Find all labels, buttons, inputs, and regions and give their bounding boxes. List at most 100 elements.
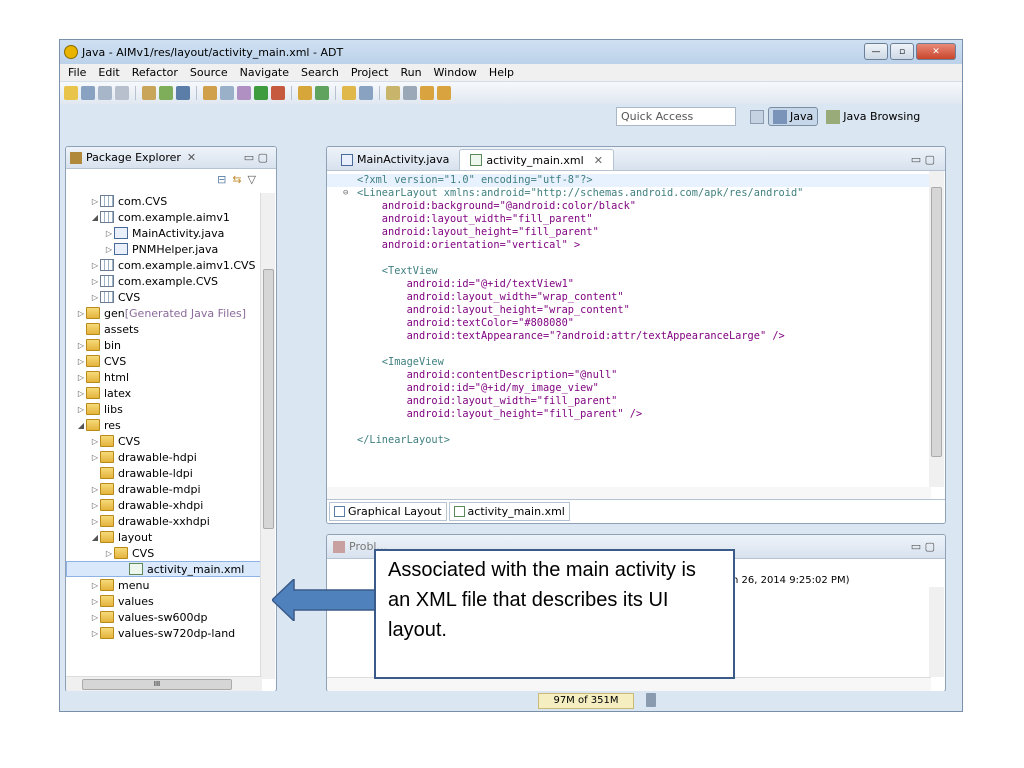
tree-item[interactable]: ▷ CVS	[66, 289, 262, 305]
menu-file[interactable]: File	[68, 66, 86, 79]
tree-item[interactable]: activity_main.xml	[66, 561, 262, 577]
expand-arrow-icon[interactable]: ▷	[76, 309, 86, 318]
tree-item[interactable]: ▷ CVS	[66, 545, 262, 561]
tree-item[interactable]: drawable-ldpi	[66, 465, 262, 481]
editor-minimize-icon[interactable]: ▭ ▢	[911, 153, 935, 166]
lint-icon[interactable]	[176, 86, 190, 100]
expand-arrow-icon[interactable]: ▷	[90, 613, 100, 622]
annotation-icon[interactable]	[386, 86, 400, 100]
android-sdk-icon[interactable]	[142, 86, 156, 100]
editor-hscroll[interactable]	[327, 487, 931, 499]
save-icon[interactable]	[81, 86, 95, 100]
package-explorer-close-icon[interactable]: ✕	[187, 151, 196, 164]
tree-item[interactable]: ▷ latex	[66, 385, 262, 401]
package-explorer-hscroll[interactable]: III	[66, 676, 262, 691]
code-area[interactable]: ⊖ <?xml version="1.0" encoding="utf-8"?>…	[327, 171, 931, 491]
expand-arrow-icon[interactable]: ◢	[90, 213, 100, 222]
perspective-java-browsing[interactable]: Java Browsing	[822, 107, 924, 126]
print-icon[interactable]	[115, 86, 129, 100]
menu-help[interactable]: Help	[489, 66, 514, 79]
new-icon[interactable]	[64, 86, 78, 100]
avd-manager-icon[interactable]	[159, 86, 173, 100]
console-hscroll[interactable]	[327, 677, 931, 691]
forward-icon[interactable]	[437, 86, 451, 100]
tab-mainactivity-java[interactable]: MainActivity.java	[331, 149, 459, 170]
expand-arrow-icon[interactable]: ▷	[90, 453, 100, 462]
expand-arrow-icon[interactable]: ▷	[104, 549, 114, 558]
perspective-java[interactable]: Java	[768, 107, 819, 126]
tree-item[interactable]: ▷ CVS	[66, 433, 262, 449]
tree-item[interactable]: ▷ com.CVS	[66, 193, 262, 209]
save-all-icon[interactable]	[98, 86, 112, 100]
tree-item[interactable]: ▷ html	[66, 369, 262, 385]
menu-search[interactable]: Search	[301, 66, 339, 79]
close-button[interactable]: ✕	[916, 43, 956, 60]
expand-arrow-icon[interactable]: ▷	[104, 245, 114, 254]
expand-arrow-icon[interactable]: ▷	[76, 373, 86, 382]
expand-arrow-icon[interactable]: ▷	[90, 581, 100, 590]
new-java-package-icon[interactable]	[298, 86, 312, 100]
tree-item[interactable]: ▷ com.example.CVS	[66, 273, 262, 289]
expand-arrow-icon[interactable]: ▷	[76, 357, 86, 366]
tree-item[interactable]: ◢ com.example.aimv1	[66, 209, 262, 225]
console-vscroll[interactable]	[929, 587, 944, 677]
menu-navigate[interactable]: Navigate	[240, 66, 289, 79]
external-tools-icon[interactable]	[271, 86, 285, 100]
tree-item[interactable]: ▷ CVS	[66, 353, 262, 369]
expand-arrow-icon[interactable]: ▷	[90, 485, 100, 494]
menu-window[interactable]: Window	[434, 66, 477, 79]
expand-arrow-icon[interactable]: ▷	[90, 261, 100, 270]
expand-arrow-icon[interactable]: ▷	[76, 405, 86, 414]
menu-refactor[interactable]: Refactor	[132, 66, 178, 79]
expand-arrow-icon[interactable]: ▷	[90, 437, 100, 446]
tree-item[interactable]: ◢ layout	[66, 529, 262, 545]
tree-item[interactable]: ▷ values	[66, 593, 262, 609]
back-icon[interactable]	[420, 86, 434, 100]
open-perspective-icon[interactable]	[750, 109, 764, 124]
tree-item[interactable]: ▷ menu	[66, 577, 262, 593]
expand-arrow-icon[interactable]: ▷	[90, 197, 100, 206]
expand-arrow-icon[interactable]: ▷	[90, 293, 100, 302]
tab-close-icon[interactable]: ✕	[594, 154, 603, 167]
tree-item[interactable]: ▷ MainActivity.java	[66, 225, 262, 241]
expand-arrow-icon[interactable]: ▷	[90, 501, 100, 510]
tree-item[interactable]: ▷ drawable-hdpi	[66, 449, 262, 465]
expand-arrow-icon[interactable]: ▷	[90, 597, 100, 606]
expand-arrow-icon[interactable]: ▷	[90, 629, 100, 638]
minimize-view-icon[interactable]: ▭ ▢	[244, 151, 268, 164]
tree-item[interactable]: ▷ gen [Generated Java Files]	[66, 305, 262, 321]
tab-xml-source[interactable]: activity_main.xml	[448, 502, 570, 521]
quick-access-input[interactable]: Quick Access	[616, 107, 736, 126]
run-icon[interactable]	[254, 86, 268, 100]
expand-arrow-icon[interactable]: ▷	[76, 341, 86, 350]
tab-graphical-layout[interactable]: Graphical Layout	[329, 502, 447, 521]
tree-item[interactable]: ▷ drawable-xhdpi	[66, 497, 262, 513]
heap-status[interactable]: 97M of 351M	[538, 693, 634, 709]
editor-vscroll[interactable]	[929, 171, 944, 487]
expand-arrow-icon[interactable]: ▷	[90, 517, 100, 526]
tree-item[interactable]: ▷ libs	[66, 401, 262, 417]
scroll-thumb[interactable]: III	[82, 679, 232, 690]
link-with-editor-icon[interactable]: ⇆	[232, 173, 241, 186]
menu-project[interactable]: Project	[351, 66, 389, 79]
new-java-class-icon[interactable]	[315, 86, 329, 100]
debug-icon[interactable]	[237, 86, 251, 100]
maximize-button[interactable]: ▫	[890, 43, 914, 60]
tree-item[interactable]: assets	[66, 321, 262, 337]
open-type-icon[interactable]	[342, 86, 356, 100]
console-minimize-icon[interactable]: ▭ ▢	[911, 540, 935, 553]
fold-collapse-icon[interactable]: ⊖	[343, 187, 348, 200]
package-explorer-title[interactable]: Package Explorer	[86, 151, 181, 164]
tree-item[interactable]: ▷ bin	[66, 337, 262, 353]
expand-arrow-icon[interactable]: ▷	[104, 229, 114, 238]
next-annotation-icon[interactable]	[403, 86, 417, 100]
tree-item[interactable]: ▷ drawable-xxhdpi	[66, 513, 262, 529]
menu-source[interactable]: Source	[190, 66, 228, 79]
view-menu-icon[interactable]: ▽	[248, 173, 256, 186]
tree-item[interactable]: ▷ values-sw600dp	[66, 609, 262, 625]
tab-activity-main-xml[interactable]: activity_main.xml ✕	[459, 149, 614, 170]
scroll-thumb[interactable]	[931, 187, 942, 457]
tree-item[interactable]: ▷ values-sw720dp-land	[66, 625, 262, 641]
tree-item[interactable]: ▷ drawable-mdpi	[66, 481, 262, 497]
scroll-thumb[interactable]	[263, 269, 274, 529]
